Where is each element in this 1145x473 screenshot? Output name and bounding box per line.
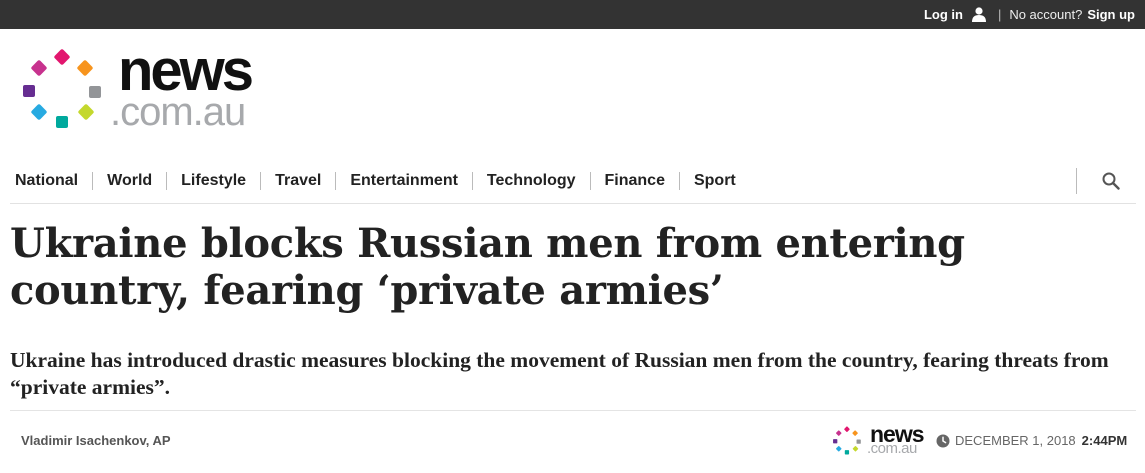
article-headline: Ukraine blocks Russian men from entering… (10, 220, 965, 314)
login-link[interactable]: Log in (924, 7, 963, 22)
signup-link[interactable]: Sign up (1087, 7, 1135, 22)
site-logo[interactable]: news .com.au (20, 42, 270, 138)
nav-divider (10, 203, 1136, 204)
logo-dots-icon (23, 49, 101, 128)
nav-item-sport[interactable]: Sport (678, 172, 750, 190)
source-logo: news .com.au (832, 423, 932, 458)
search-button[interactable] (1076, 168, 1120, 194)
nav-item-world[interactable]: World (92, 172, 166, 190)
no-account-text: No account? (1009, 7, 1083, 22)
topbar-separator: | (997, 7, 1002, 22)
article-divider (10, 410, 1136, 411)
main-nav: National World Lifestyle Travel Entertai… (0, 168, 1136, 194)
search-icon (1102, 172, 1120, 190)
nav-item-national[interactable]: National (0, 172, 92, 190)
nav-item-travel[interactable]: Travel (260, 172, 335, 190)
article-standfirst: Ukraine has introduced drastic measures … (10, 348, 1109, 399)
clock-icon (936, 434, 950, 447)
nav-item-technology[interactable]: Technology (471, 172, 590, 190)
nav-item-lifestyle[interactable]: Lifestyle (166, 172, 260, 190)
nav-item-entertainment[interactable]: Entertainment (335, 172, 472, 190)
user-icon[interactable] (971, 7, 986, 22)
article-byline: Vladimir Isachenkov, AP (21, 433, 171, 448)
logo-domain: .com.au (110, 90, 246, 134)
source-logo-dots-icon (833, 426, 861, 455)
article-time: 2:44PM (1081, 433, 1128, 448)
nav-item-finance[interactable]: Finance (589, 172, 679, 190)
article-dateline: DECEMBER 1, 2018 2:44PM (936, 433, 1127, 448)
account-bar: Log in | No account? Sign up (0, 0, 1145, 29)
source-logo-domain: .com.au (867, 440, 917, 457)
article-date: DECEMBER 1, 2018 (955, 433, 1076, 448)
